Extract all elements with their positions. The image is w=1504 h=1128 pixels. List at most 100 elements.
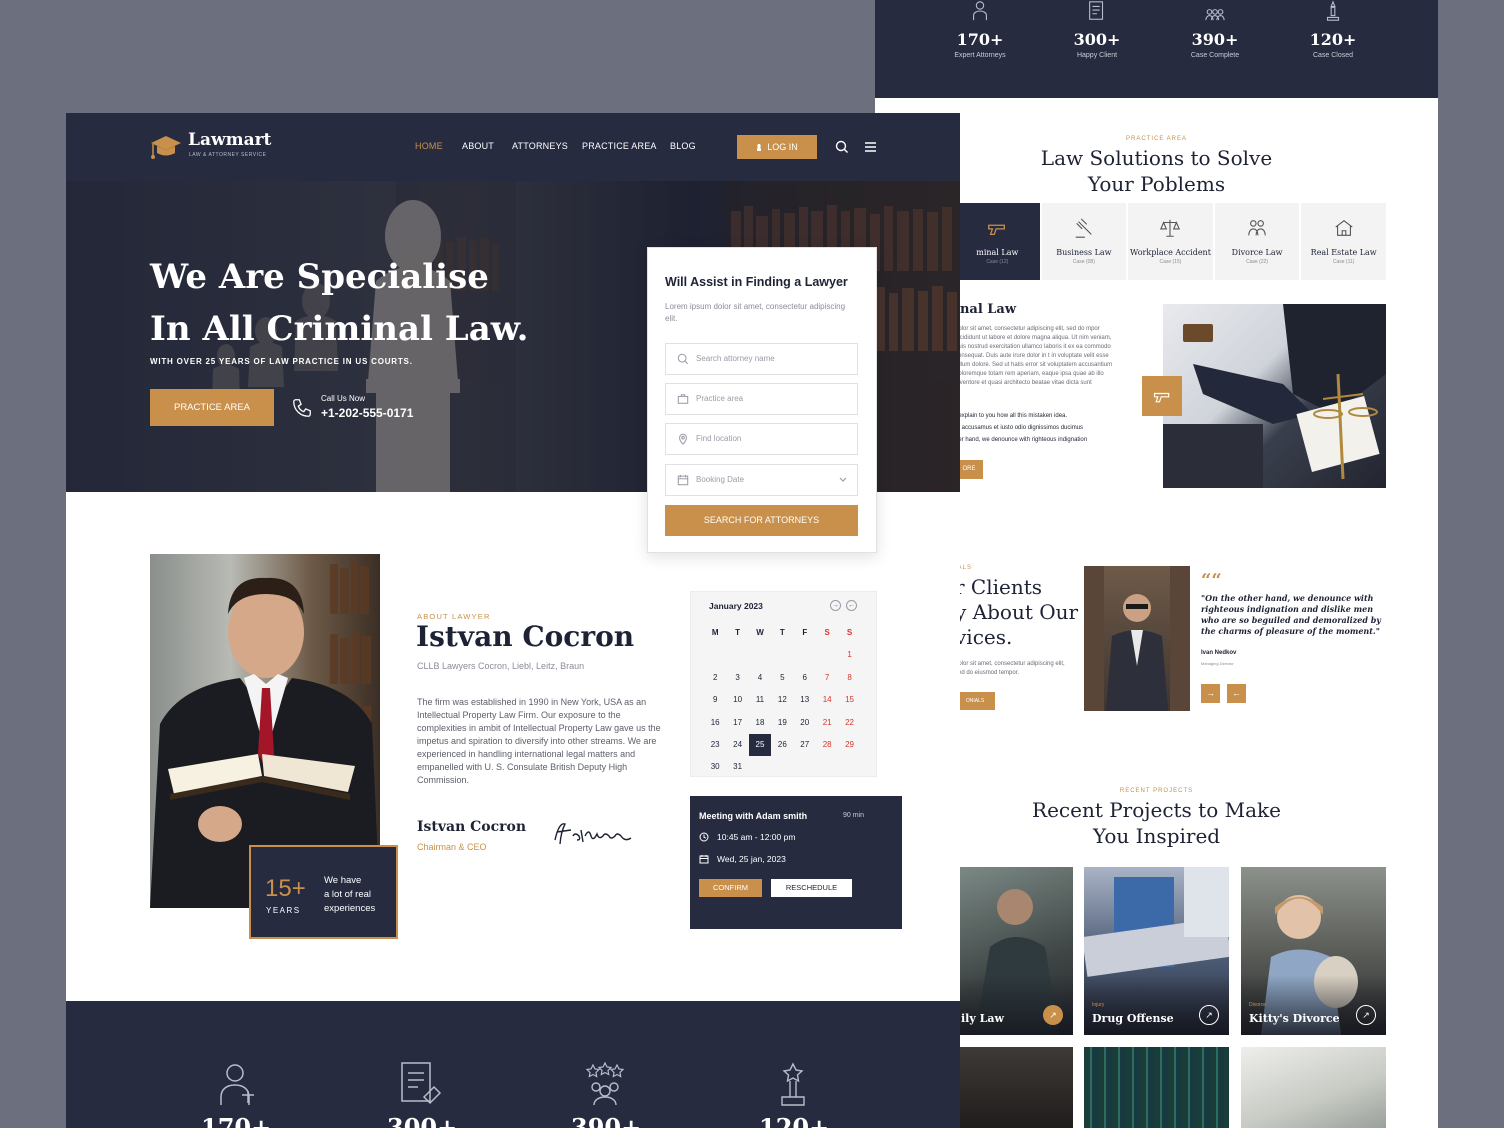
brand-name[interactable]: Lawmart [188, 130, 271, 150]
calendar-day[interactable]: 31 [726, 756, 748, 778]
practice-area-input[interactable]: Practice area [665, 383, 858, 415]
arrow-left-icon: ← [1232, 688, 1241, 698]
prev-month-icon[interactable]: ← [846, 600, 857, 611]
tab-business-law[interactable]: Business Law Case (08) [1041, 203, 1129, 280]
login-button[interactable]: LOG IN [737, 135, 817, 159]
practice-detail-title: inal Law [955, 302, 1017, 317]
tab-criminal-law[interactable]: minal Law Case (12) [955, 203, 1042, 280]
calendar-day[interactable]: 30 [704, 756, 726, 778]
calendar-icon [677, 474, 689, 486]
calendar-grid: M T W T F S S 1 2 3 4 5 6 7 8 9 10 11 12 13 14 15 16 17 18 19 20 21… [704, 622, 870, 779]
calendar-day[interactable]: 3 [726, 667, 748, 689]
project-card[interactable] [1241, 1047, 1386, 1128]
project-category: Divorce [1249, 1002, 1266, 1008]
calendar-day[interactable]: 23 [704, 734, 726, 756]
tab-workplace-accident[interactable]: Workplace Accident Case (15) [1128, 203, 1215, 280]
badge-text-line: a lot of real [324, 889, 371, 900]
calendar-day[interactable]: 16 [704, 712, 726, 734]
tab-divorce-law[interactable]: Divorce Law Case (22) [1214, 203, 1302, 280]
hero-title-line: In All Criminal Law. [150, 309, 529, 349]
calendar-day[interactable]: 7 [816, 667, 838, 689]
reschedule-button[interactable]: RESCHEDULE [771, 879, 852, 897]
practice-area-button[interactable]: PRACTICE AREA [150, 389, 274, 426]
testimonials-button[interactable]: ONIALS [955, 692, 995, 710]
search-icon[interactable] [835, 140, 849, 154]
stat-number: 300+ [387, 1113, 458, 1128]
calendar-day[interactable]: 20 [794, 712, 816, 734]
hero-subtitle: WITH OVER 25 YEARS OF LAW PRACTICE IN US… [150, 357, 413, 366]
nav-link-practice-area[interactable]: PRACTICE AREA [582, 141, 657, 151]
scales-icon [1160, 219, 1181, 237]
calendar-day[interactable]: 8 [838, 667, 860, 689]
nav-link-home[interactable]: HOME [415, 141, 443, 151]
confirm-button[interactable]: CONFIRM [699, 879, 762, 897]
calendar-day[interactable]: 14 [816, 689, 838, 711]
next-arrow-button[interactable]: → [1201, 684, 1220, 703]
calendar-day[interactable]: 17 [726, 712, 748, 734]
project-card[interactable]: Injury Drug Offense ↗ [1084, 867, 1229, 1035]
calendar-day[interactable]: 12 [771, 689, 793, 711]
phone-number[interactable]: +1-202-555-0171 [321, 406, 413, 420]
arrow-up-right-icon[interactable]: ↗ [1043, 1005, 1063, 1025]
project-card[interactable]: Divorce Kitty's Divorce ↗ [1241, 867, 1386, 1035]
arrow-up-right-icon[interactable]: ↗ [1199, 1005, 1219, 1025]
next-month-icon[interactable]: → [830, 600, 841, 611]
calendar-day[interactable]: 24 [726, 734, 748, 756]
stat-item: 170+ Expert Attorneys [935, 0, 1025, 59]
attorney-icon [220, 1064, 254, 1105]
hamburger-menu-icon[interactable] [864, 141, 877, 153]
finder-title: Will Assist in Finding a Lawyer [665, 275, 848, 289]
calendar-day[interactable]: 13 [794, 689, 816, 711]
project-card[interactable]: ily Law ↗ [955, 867, 1073, 1035]
calendar-weekday: T [779, 628, 785, 637]
badge-unit: YEARS [266, 906, 301, 915]
calendar-day[interactable]: 29 [838, 734, 860, 756]
calendar-day[interactable]: 4 [749, 667, 771, 689]
family-icon [1248, 220, 1266, 236]
calendar-day[interactable]: 9 [704, 689, 726, 711]
search-attorney-placeholder: Search attorney name [696, 354, 775, 363]
calendar-day[interactable]: 6 [794, 667, 816, 689]
calendar-empty-cell [749, 644, 771, 666]
calendar-day[interactable]: 2 [704, 667, 726, 689]
arrow-up-right-icon[interactable]: ↗ [1356, 1005, 1376, 1025]
calendar-weekday: F [802, 628, 808, 637]
calendar-day[interactable]: 19 [771, 712, 793, 734]
calendar-day[interactable]: 1 [838, 644, 860, 666]
booking-date-select[interactable]: Booking Date [665, 464, 858, 496]
testimonial-role: Managing Director [1201, 661, 1234, 666]
prev-arrow-button[interactable]: ← [1227, 684, 1246, 703]
badge-number: 15+ [265, 875, 306, 902]
meeting-date: Wed, 25 jan, 2023 [717, 854, 786, 864]
location-input[interactable]: Find location [665, 423, 858, 455]
calendar-weekday: S [824, 628, 830, 637]
signature-name: Istvan Cocron [417, 819, 527, 835]
nav-link-blog[interactable]: BLOG [670, 141, 696, 151]
calendar-day[interactable]: 15 [838, 689, 860, 711]
tab-title: minal Law [976, 248, 1019, 257]
calendar-day[interactable]: 10 [726, 689, 748, 711]
stat-number: 390+ [1191, 30, 1239, 49]
calendar-day[interactable]: 26 [771, 734, 793, 756]
handshake-illustration [1163, 304, 1386, 488]
attorney-icon [973, 1, 987, 21]
calendar-day[interactable]: 22 [838, 712, 860, 734]
nav-link-about[interactable]: ABOUT [462, 141, 494, 151]
project-card[interactable] [955, 1047, 1073, 1128]
calendar-day[interactable]: 27 [794, 734, 816, 756]
calendar-day[interactable]: 28 [816, 734, 838, 756]
man-in-suit-illustration [1084, 566, 1190, 711]
calendar-day[interactable]: 5 [771, 667, 793, 689]
project-card[interactable] [1084, 1047, 1229, 1128]
calendar-weekday: W [756, 628, 764, 637]
calendar-day[interactable]: 25 [748, 733, 772, 757]
search-attorneys-button[interactable]: SEARCH FOR ATTORNEYS [665, 505, 858, 536]
calendar-day[interactable]: 21 [816, 712, 838, 734]
nav-link-attorneys[interactable]: ATTORNEYS [512, 141, 568, 151]
calendar-day[interactable]: 11 [749, 689, 771, 711]
project-title: Kitty's Divorce [1249, 1012, 1340, 1025]
tab-real-estate-law[interactable]: Real Estate Law Case (11) [1301, 203, 1386, 280]
calendar-day[interactable]: 18 [749, 712, 771, 734]
meeting-title: Meeting with Adam smith [699, 811, 808, 821]
search-attorney-input[interactable]: Search attorney name [665, 343, 858, 375]
